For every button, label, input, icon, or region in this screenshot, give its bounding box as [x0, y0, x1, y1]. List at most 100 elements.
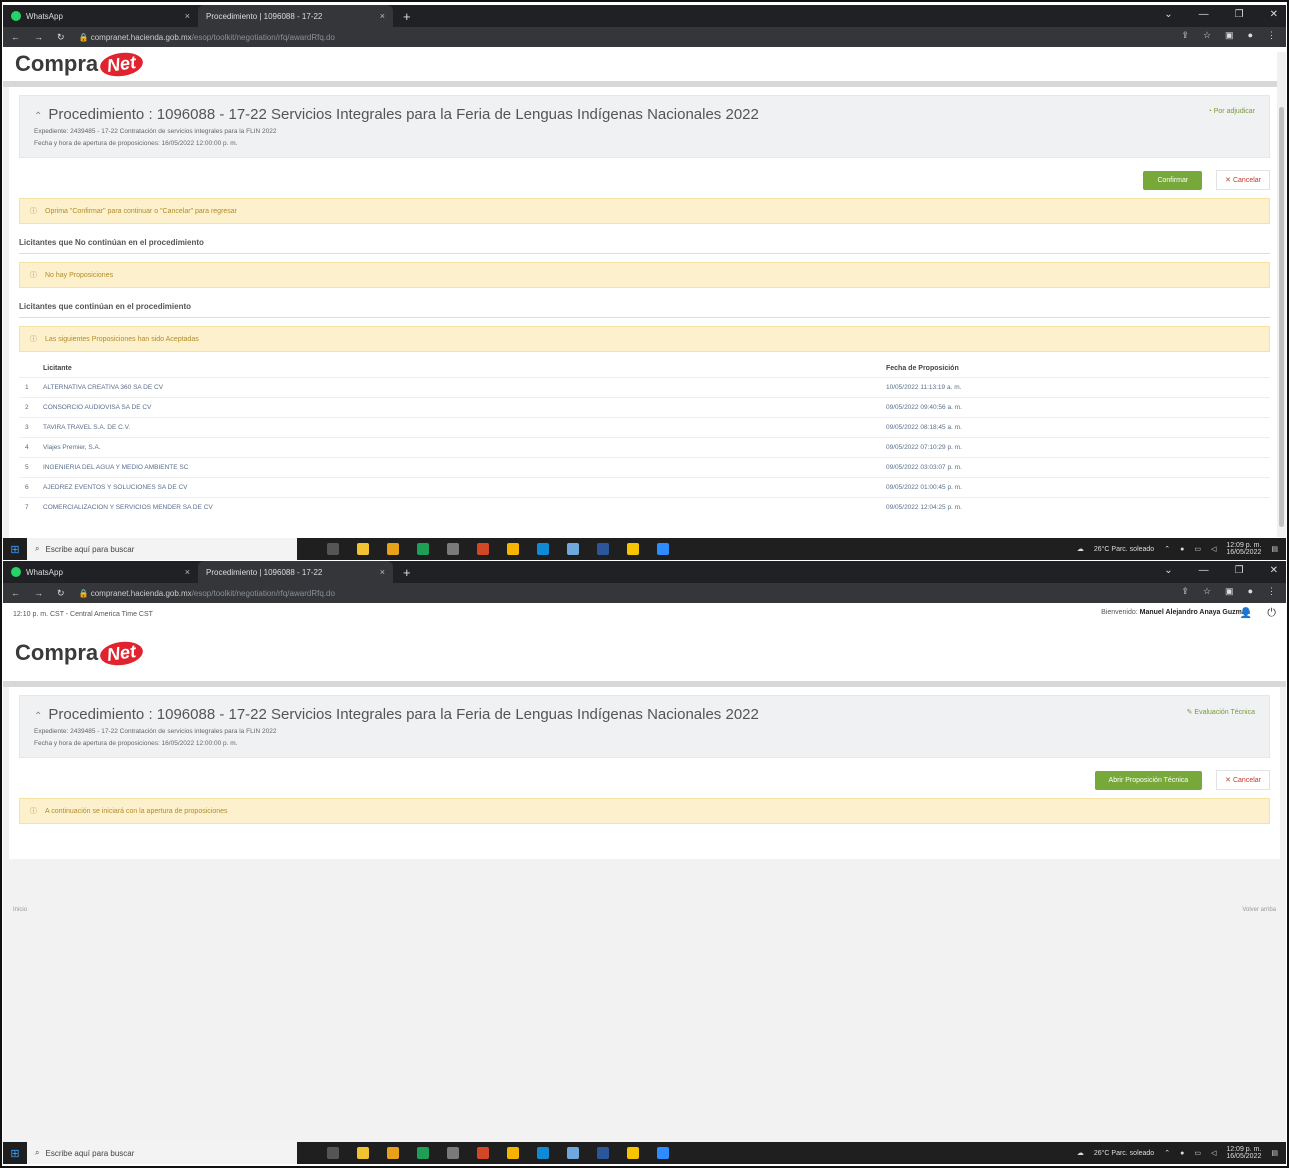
window-icon[interactable]: ▣ [1225, 30, 1234, 41]
maximize-icon[interactable]: ❐ [1235, 9, 1244, 20]
licitante-link[interactable]: INGENIERIA DEL AGUA Y MEDIO AMBIENTE SC [37, 457, 880, 478]
licitante-link[interactable]: AJEDREZ EVENTOS Y SOLUCIONES SA DE CV [37, 477, 880, 498]
new-tab-button[interactable]: + [393, 565, 421, 580]
app-icon[interactable] [567, 543, 579, 555]
maximize-icon[interactable]: ❐ [1235, 565, 1244, 576]
mic-icon[interactable]: ● [1180, 546, 1184, 553]
file-explorer-icon[interactable] [357, 1147, 369, 1159]
profile-icon[interactable]: ● [1248, 30, 1253, 41]
excel-icon[interactable] [417, 1147, 429, 1159]
speaker-icon[interactable]: ◁ [1211, 545, 1216, 553]
task-view-icon[interactable] [327, 543, 339, 555]
zoom-icon[interactable] [657, 1147, 669, 1159]
tab-procedimiento[interactable]: Procedimiento | 1096088 - 17-22 × [198, 561, 393, 583]
minimize-icon[interactable]: — [1199, 565, 1209, 576]
zoom-icon[interactable] [657, 543, 669, 555]
app-icon[interactable] [447, 543, 459, 555]
outlook-icon[interactable] [597, 543, 609, 555]
compranet-logo[interactable]: Compra Net [15, 638, 145, 668]
speaker-icon[interactable]: ◁ [1211, 1149, 1216, 1157]
cancel-button[interactable]: ✕ Cancelar [1216, 770, 1270, 790]
network-icon[interactable]: ▭ [1194, 1149, 1201, 1157]
chevron-down-icon[interactable]: ⌄ [1164, 9, 1172, 20]
back-to-top-link[interactable]: Volver arriba [1242, 907, 1276, 913]
logout-icon[interactable]: ⏻ [1267, 607, 1276, 620]
close-icon[interactable]: × [185, 567, 190, 577]
close-icon[interactable]: × [185, 11, 190, 21]
folder-icon[interactable] [387, 543, 399, 555]
chevron-down-icon[interactable]: ⌄ [1164, 565, 1172, 576]
tab-whatsapp[interactable]: WhatsApp × [3, 561, 198, 583]
profile-icon[interactable]: ● [1248, 586, 1253, 597]
windows-start-icon[interactable]: ⊞ [3, 543, 27, 556]
app-icon[interactable] [567, 1147, 579, 1159]
weather-text[interactable]: 26°C Parc. soleado [1094, 546, 1154, 553]
task-view-icon[interactable] [327, 1147, 339, 1159]
menu-icon[interactable]: ⋮ [1267, 586, 1276, 597]
clock[interactable]: 12:09 p. m. 16/05/2022 [1226, 1146, 1261, 1160]
close-icon[interactable]: × [380, 11, 385, 21]
new-tab-button[interactable]: + [393, 9, 421, 24]
open-technical-proposal-button[interactable]: Abrir Proposición Técnica [1094, 770, 1203, 790]
minimize-icon[interactable]: — [1199, 9, 1209, 20]
close-icon[interactable]: × [380, 567, 385, 577]
share-icon[interactable]: ⇪ [1181, 30, 1189, 41]
powerpoint-icon[interactable] [477, 543, 489, 555]
taskbar-search[interactable]: ⌕ Escribe aquí para buscar [27, 538, 297, 560]
notifications-icon[interactable]: ▤ [1271, 1149, 1278, 1157]
reload-icon[interactable]: ↻ [57, 32, 65, 43]
chevron-up-icon[interactable]: ⌃ [1164, 1149, 1170, 1157]
chrome-icon[interactable] [507, 543, 519, 555]
chevron-up-icon[interactable]: ⌃ [1164, 545, 1170, 553]
back-icon[interactable]: ← [11, 32, 20, 42]
star-icon[interactable]: ☆ [1203, 586, 1211, 597]
forward-icon[interactable]: → [34, 588, 43, 598]
notifications-icon[interactable]: ▤ [1271, 545, 1278, 553]
scrollbar[interactable] [1277, 52, 1286, 537]
compranet-logo[interactable]: Compra Net [15, 49, 145, 79]
folder-icon[interactable] [387, 1147, 399, 1159]
footer-home-link[interactable]: Inicio [13, 907, 27, 913]
chrome-icon[interactable] [507, 1147, 519, 1159]
excel-icon[interactable] [417, 543, 429, 555]
weather-icon[interactable]: ☁ [1077, 1149, 1084, 1157]
menu-icon[interactable]: ⋮ [1267, 30, 1276, 41]
file-explorer-icon[interactable] [357, 543, 369, 555]
windows-start-icon[interactable]: ⊞ [3, 1147, 27, 1160]
powerpoint-icon[interactable] [477, 1147, 489, 1159]
confirm-button[interactable]: Confirmar [1143, 170, 1203, 190]
window-icon[interactable]: ▣ [1225, 586, 1234, 597]
weather-icon[interactable]: ☁ [1077, 545, 1084, 553]
app-icon[interactable] [447, 1147, 459, 1159]
licitante-link[interactable]: TAVIRA TRAVEL S.A. DE C.V. [37, 417, 880, 438]
reload-icon[interactable]: ↻ [57, 588, 65, 599]
user-icon[interactable]: 👤 [1240, 608, 1252, 619]
star-icon[interactable]: ☆ [1203, 30, 1211, 41]
outlook-icon[interactable] [597, 1147, 609, 1159]
licitante-link[interactable]: CONSORCIO AUDIOVISA SA DE CV [37, 397, 880, 418]
clock[interactable]: 12:09 p. m. 16/05/2022 [1226, 542, 1261, 556]
cancel-button[interactable]: ✕ Cancelar [1216, 170, 1270, 190]
url-field[interactable]: 🔒 compranet.hacienda.gob.mx/esop/toolkit… [79, 589, 335, 598]
edge-icon[interactable] [537, 1147, 549, 1159]
forward-icon[interactable]: → [34, 32, 43, 42]
url-field[interactable]: 🔒 compranet.hacienda.gob.mx/esop/toolkit… [79, 33, 335, 42]
sticky-notes-icon[interactable] [627, 543, 639, 555]
collapse-icon[interactable]: ⌃ [34, 111, 42, 122]
weather-text[interactable]: 26°C Parc. soleado [1094, 1150, 1154, 1157]
collapse-icon[interactable]: ⌃ [34, 711, 42, 722]
tab-procedimiento[interactable]: Procedimiento | 1096088 - 17-22 × [198, 5, 393, 27]
close-window-icon[interactable]: ✕ [1270, 9, 1278, 20]
licitante-link[interactable]: COMERCIALIZACION Y SERVICIOS MENDER SA D… [37, 497, 880, 517]
tab-whatsapp[interactable]: WhatsApp × [3, 5, 198, 27]
edge-icon[interactable] [537, 543, 549, 555]
licitante-link[interactable]: ALTERNATIVA CREATIVA 360 SA DE CV [37, 377, 880, 398]
network-icon[interactable]: ▭ [1194, 545, 1201, 553]
share-icon[interactable]: ⇪ [1181, 586, 1189, 597]
mic-icon[interactable]: ● [1180, 1150, 1184, 1157]
licitante-link[interactable]: Viajes Premier, S.A. [37, 437, 880, 458]
sticky-notes-icon[interactable] [627, 1147, 639, 1159]
user-name[interactable]: Manuel Alejandro Anaya Guzmán [1140, 609, 1250, 616]
back-icon[interactable]: ← [11, 588, 20, 598]
scrollbar-thumb[interactable] [1279, 107, 1284, 527]
